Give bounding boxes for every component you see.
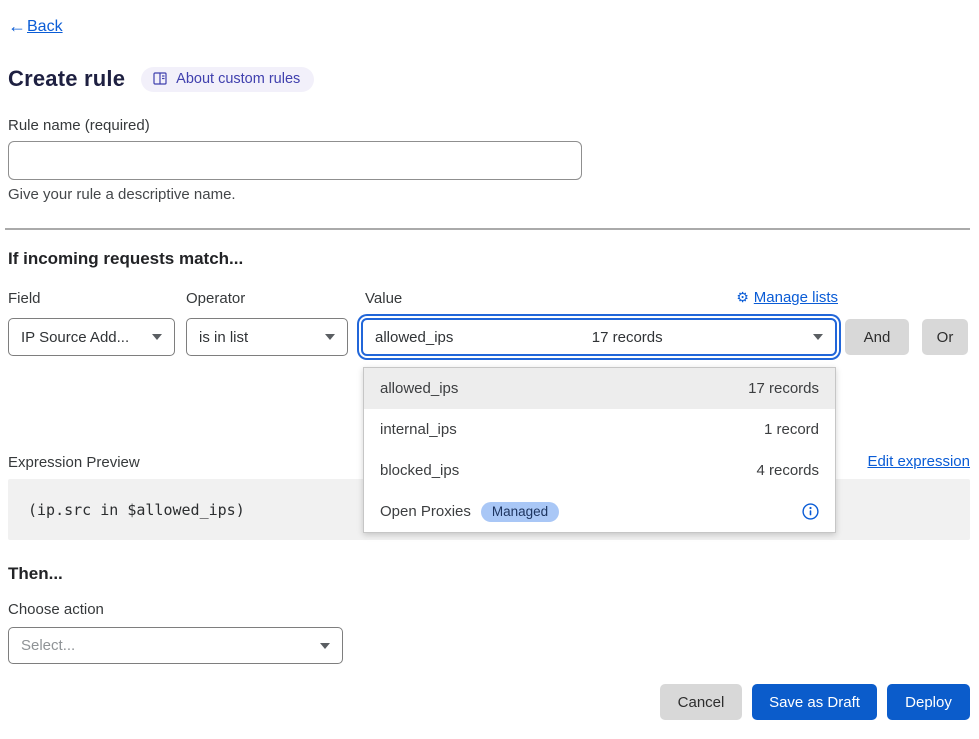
field-select-value: IP Source Add... (21, 329, 129, 346)
list-record-count: 1 record (764, 421, 819, 438)
create-rule-page: ←Back Create rule About custom rules Rul… (0, 0, 979, 739)
value-select-record-count: 17 records (592, 329, 663, 346)
back-link[interactable]: ←Back (8, 16, 63, 37)
info-icon[interactable] (802, 503, 819, 520)
chevron-down-icon (152, 334, 162, 340)
operator-select[interactable]: is in list (186, 318, 348, 356)
dropdown-item-open-proxies[interactable]: Open Proxies Managed (364, 491, 835, 532)
manage-lists-label: Manage lists (754, 289, 838, 306)
manage-lists-link[interactable]: ⚙ Manage lists (736, 289, 838, 306)
field-label: Field (8, 290, 41, 307)
then-section-heading: Then... (8, 564, 63, 584)
book-icon (153, 72, 168, 86)
list-name: blocked_ips (380, 462, 459, 479)
value-dropdown-panel: allowed_ips 17 records internal_ips 1 re… (363, 367, 836, 533)
list-record-count: 4 records (756, 462, 819, 479)
dropdown-item-allowed-ips[interactable]: allowed_ips 17 records (364, 368, 835, 409)
back-arrow-icon: ← (8, 16, 26, 37)
save-as-draft-button[interactable]: Save as Draft (752, 684, 877, 720)
managed-badge: Managed (481, 502, 559, 522)
dropdown-item-internal-ips[interactable]: internal_ips 1 record (364, 409, 835, 450)
rule-name-input[interactable] (8, 141, 582, 180)
value-select-value: allowed_ips (375, 329, 453, 346)
or-button[interactable]: Or (922, 319, 968, 355)
list-record-count: 17 records (748, 380, 819, 397)
deploy-button[interactable]: Deploy (887, 684, 970, 720)
section-divider (5, 228, 970, 230)
edit-expression-link[interactable]: Edit expression (867, 453, 970, 470)
about-custom-rules-label: About custom rules (176, 71, 300, 87)
field-select[interactable]: IP Source Add... (8, 318, 175, 356)
page-title: Create rule (8, 66, 125, 92)
about-custom-rules-link[interactable]: About custom rules (141, 67, 314, 92)
list-name: Open Proxies (380, 503, 471, 520)
value-select[interactable]: allowed_ips 17 records (361, 318, 837, 356)
title-row: Create rule About custom rules (8, 66, 314, 92)
action-select-placeholder: Select... (21, 637, 75, 654)
expression-preview-label: Expression Preview (8, 454, 140, 471)
choose-action-label: Choose action (8, 601, 104, 618)
expression-code: (ip.src in $allowed_ips) (28, 501, 245, 519)
match-section-heading: If incoming requests match... (8, 249, 243, 269)
list-name: internal_ips (380, 421, 457, 438)
value-label: Value (365, 290, 402, 307)
list-name: allowed_ips (380, 380, 458, 397)
rule-name-helper-text: Give your rule a descriptive name. (8, 186, 236, 203)
chevron-down-icon (813, 334, 823, 340)
cancel-button[interactable]: Cancel (660, 684, 742, 720)
action-select[interactable]: Select... (8, 627, 343, 664)
gear-icon: ⚙ (736, 289, 749, 306)
rule-name-label: Rule name (required) (8, 117, 150, 134)
back-link-label: Back (27, 18, 63, 36)
operator-label: Operator (186, 290, 245, 307)
dropdown-item-blocked-ips[interactable]: blocked_ips 4 records (364, 450, 835, 491)
and-button[interactable]: And (845, 319, 909, 355)
chevron-down-icon (320, 643, 330, 649)
chevron-down-icon (325, 334, 335, 340)
operator-select-value: is in list (199, 329, 248, 346)
